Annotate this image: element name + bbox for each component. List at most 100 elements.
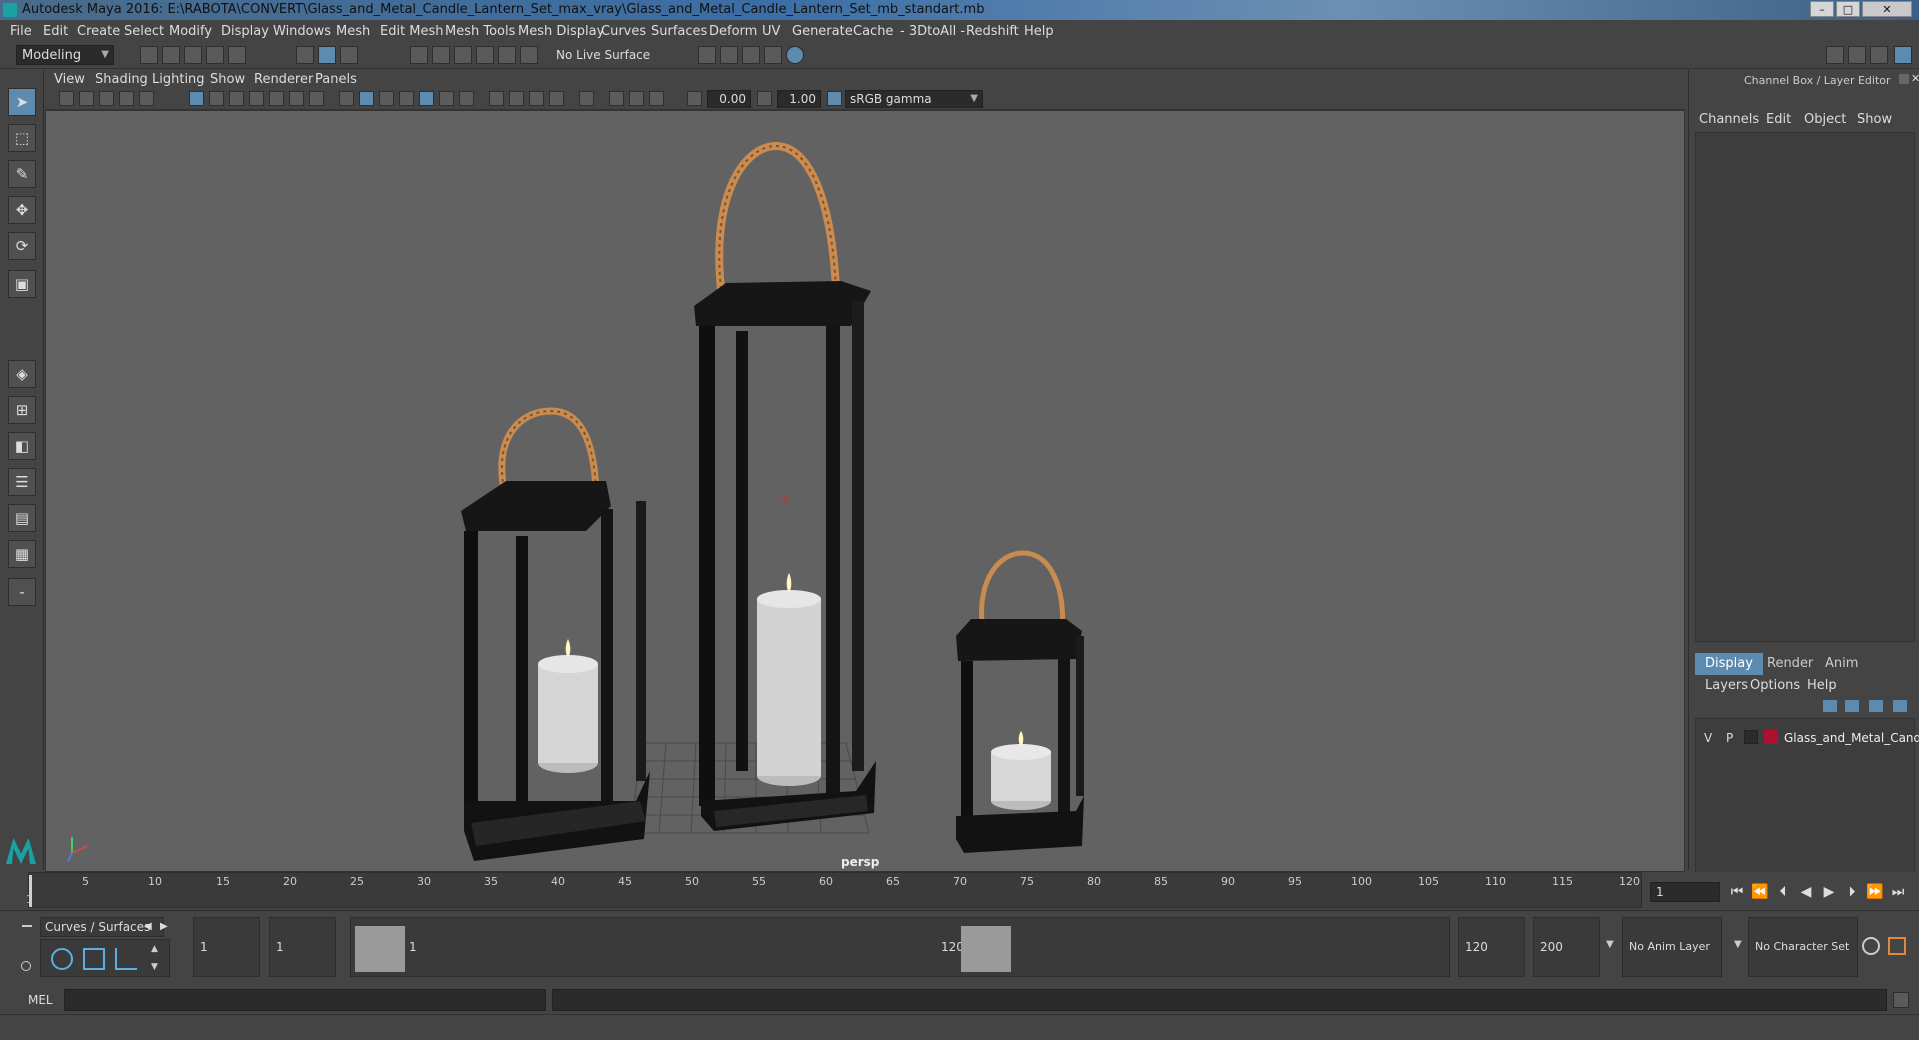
wireframe-icon[interactable] bbox=[339, 91, 354, 106]
shelf-menu-icon[interactable] bbox=[22, 925, 32, 927]
menu-create[interactable]: Create bbox=[77, 24, 120, 39]
render-settings-icon[interactable] bbox=[698, 46, 716, 64]
animation-end-field[interactable]: 200 bbox=[1533, 917, 1600, 977]
menu-deform[interactable]: Deform bbox=[709, 24, 757, 39]
paint-select-icon[interactable]: ✎ bbox=[8, 160, 36, 188]
range-start-handle[interactable] bbox=[355, 926, 405, 972]
command-input[interactable] bbox=[64, 989, 546, 1011]
layer-menu-help[interactable]: Help bbox=[1807, 678, 1837, 693]
step-forward-frame-icon[interactable]: ⏵ bbox=[1842, 882, 1862, 902]
go-to-start-icon[interactable]: ⏮ bbox=[1727, 882, 1747, 902]
cb-menu-object[interactable]: Object bbox=[1804, 112, 1846, 127]
motion-blur-icon[interactable] bbox=[509, 91, 524, 106]
select-hierarchy-icon[interactable] bbox=[296, 46, 314, 64]
save-scene-icon[interactable] bbox=[184, 46, 202, 64]
scale-tool-icon[interactable]: ▣ bbox=[8, 270, 36, 298]
menu-windows[interactable]: Windows bbox=[273, 24, 331, 39]
menu-help[interactable]: Help bbox=[1024, 24, 1054, 39]
character-set-selector[interactable]: No Character Set bbox=[1748, 917, 1858, 977]
hypershade-icon[interactable] bbox=[786, 46, 804, 64]
grease-pencil-icon[interactable] bbox=[139, 91, 154, 106]
menu-edit[interactable]: Edit bbox=[43, 24, 68, 39]
menu-file[interactable]: File bbox=[10, 24, 32, 39]
menu-mesh[interactable]: Mesh bbox=[336, 24, 370, 39]
menu-edit-mesh[interactable]: Edit Mesh bbox=[380, 24, 444, 39]
xray-icon[interactable] bbox=[399, 91, 414, 106]
exposure-field[interactable]: 0.00 bbox=[707, 90, 751, 108]
safe-action-icon[interactable] bbox=[289, 91, 304, 106]
cb-menu-show[interactable]: Show bbox=[1857, 112, 1892, 127]
command-language-label[interactable]: MEL bbox=[28, 993, 53, 1007]
step-forward-key-icon[interactable]: ⏩ bbox=[1865, 882, 1885, 902]
single-perspective-layout-icon[interactable]: ◈ bbox=[8, 360, 36, 388]
menu-select[interactable]: Select bbox=[124, 24, 164, 39]
menu-mesh-tools[interactable]: Mesh Tools bbox=[445, 24, 515, 39]
snap-view-icon[interactable] bbox=[476, 46, 494, 64]
snap-magnet-icon[interactable] bbox=[520, 46, 538, 64]
step-back-frame-icon[interactable]: ⏴ bbox=[1773, 882, 1793, 902]
channel-list[interactable] bbox=[1695, 132, 1915, 642]
select-component-icon[interactable] bbox=[340, 46, 358, 64]
cb-menu-edit[interactable]: Edit bbox=[1766, 112, 1791, 127]
move-layer-down-icon[interactable] bbox=[1845, 700, 1859, 712]
panel-menu-renderer[interactable]: Renderer bbox=[254, 72, 313, 87]
undo-icon[interactable] bbox=[206, 46, 224, 64]
modeling-toolkit-icon[interactable] bbox=[1826, 46, 1844, 64]
depth-of-field-icon[interactable] bbox=[549, 91, 564, 106]
minimize-button[interactable]: – bbox=[1810, 1, 1834, 17]
viewport-persp[interactable]: persp bbox=[45, 110, 1685, 872]
select-object-icon[interactable] bbox=[318, 46, 336, 64]
maximize-button[interactable]: □ bbox=[1836, 1, 1860, 17]
menu-mesh-display[interactable]: Mesh Display bbox=[518, 24, 604, 39]
menu-curves[interactable]: Curves bbox=[601, 24, 646, 39]
bookmark-icon[interactable] bbox=[99, 91, 114, 106]
panel-menu-lighting[interactable]: Lighting bbox=[152, 72, 205, 87]
snap-point-icon[interactable] bbox=[454, 46, 472, 64]
menu-surfaces[interactable]: Surfaces bbox=[651, 24, 707, 39]
xray-active-icon[interactable] bbox=[629, 91, 644, 106]
outliner-layout-icon[interactable]: ☰ bbox=[8, 468, 36, 496]
ambient-occlusion-icon[interactable] bbox=[489, 91, 504, 106]
chevron-down-icon[interactable]: ▼ bbox=[1606, 939, 1614, 950]
xray-joints-icon[interactable] bbox=[609, 91, 624, 106]
snap-live-icon[interactable] bbox=[498, 46, 516, 64]
layer-name[interactable]: Glass_and_Metal_Candle bbox=[1784, 731, 1919, 745]
ipr-render-icon[interactable] bbox=[742, 46, 760, 64]
mode-selector[interactable]: Modeling ▼ bbox=[16, 45, 114, 65]
new-layer-selected-icon[interactable] bbox=[1893, 700, 1907, 712]
tab-anim[interactable]: Anim bbox=[1815, 653, 1868, 675]
close-panel-icon[interactable]: ✕ bbox=[1911, 72, 1919, 85]
menu-3dtoall[interactable]: - 3DtoAll - bbox=[900, 24, 965, 39]
playback-start-field[interactable]: 1 bbox=[269, 917, 336, 977]
redo-icon[interactable] bbox=[228, 46, 246, 64]
animation-preferences-icon[interactable] bbox=[1888, 937, 1906, 955]
camera-icon[interactable] bbox=[59, 91, 74, 106]
render-frame-icon[interactable] bbox=[720, 46, 738, 64]
layer-type-toggle[interactable] bbox=[1744, 730, 1758, 744]
play-forward-icon[interactable]: ▶ bbox=[1819, 882, 1839, 902]
channel-box-icon[interactable] bbox=[1894, 46, 1912, 64]
shelf-tab-prev-icon[interactable]: ◀ bbox=[144, 921, 152, 932]
panel-menu-panels[interactable]: Panels bbox=[315, 72, 357, 87]
anim-layer-selector[interactable]: No Anim Layer bbox=[1622, 917, 1722, 977]
menu-generate[interactable]: Generate bbox=[792, 24, 853, 39]
menu-redshift[interactable]: Redshift bbox=[966, 24, 1019, 39]
graph-layout-icon[interactable]: ▤ bbox=[8, 504, 36, 532]
panel-menu-shading[interactable]: Shading bbox=[95, 72, 148, 87]
two-pane-layout-icon[interactable]: ◧ bbox=[8, 432, 36, 460]
timeline-ticks[interactable]: 1 5 10 15 20 25 30 35 40 45 50 55 60 65 … bbox=[26, 872, 1642, 908]
step-back-key-icon[interactable]: ⏪ bbox=[1750, 882, 1770, 902]
gamma-field[interactable]: 1.00 bbox=[777, 90, 821, 108]
panel-menu-show[interactable]: Show bbox=[210, 72, 245, 87]
shelf-scroll-up-icon[interactable]: ▲ bbox=[151, 944, 158, 954]
play-backward-icon[interactable]: ◀ bbox=[1796, 882, 1816, 902]
live-surface-label[interactable]: No Live Surface bbox=[556, 48, 650, 62]
cb-menu-channels[interactable]: Channels bbox=[1699, 112, 1759, 127]
hypershade-layout-icon[interactable]: ▦ bbox=[8, 540, 36, 568]
range-slider[interactable]: 1 120 bbox=[350, 917, 1450, 977]
layer-visibility-toggle[interactable]: V bbox=[1704, 731, 1712, 745]
circle-curve-icon[interactable] bbox=[51, 948, 73, 970]
shelf-tab-next-icon[interactable]: ▶ bbox=[160, 921, 168, 932]
new-layer-icon[interactable] bbox=[1869, 700, 1883, 712]
attribute-editor-icon[interactable] bbox=[1848, 46, 1866, 64]
